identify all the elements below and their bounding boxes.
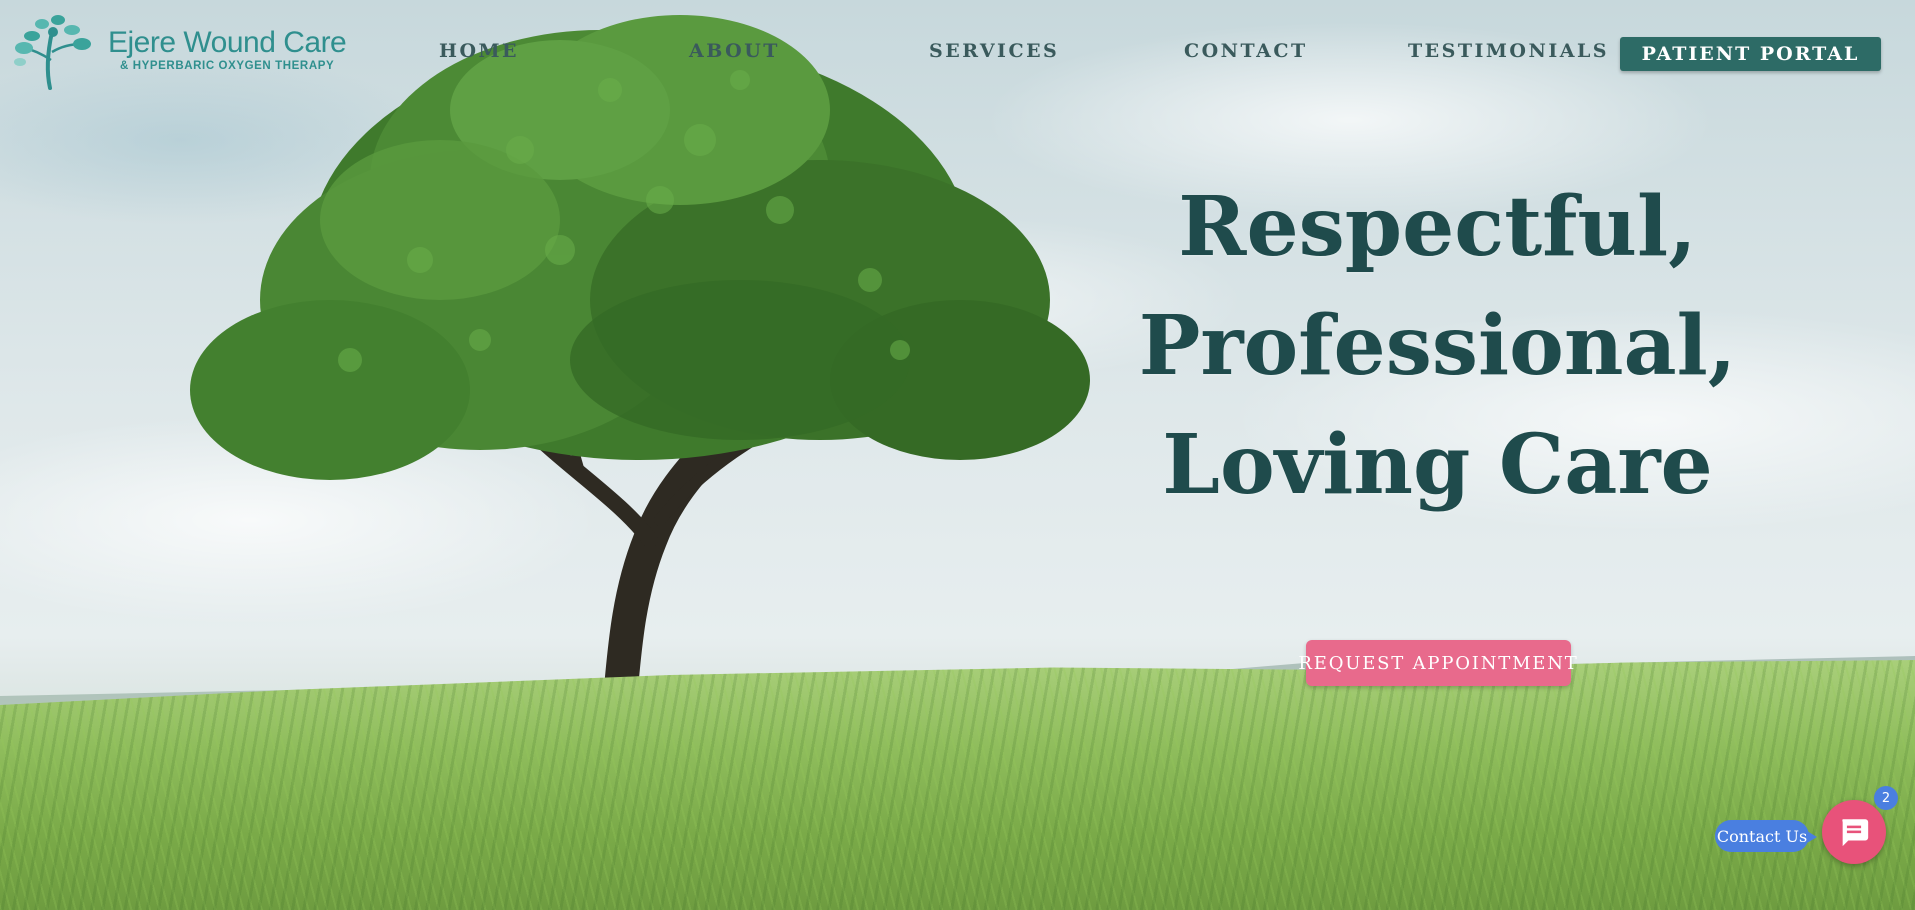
- nav-testimonials[interactable]: TESTIMONIALS: [1408, 40, 1609, 62]
- contact-us-chat-label[interactable]: Contact Us: [1715, 820, 1817, 852]
- nav-services[interactable]: SERVICES: [929, 40, 1059, 62]
- grass-field: [0, 660, 1915, 910]
- nav-contact[interactable]: CONTACT: [1184, 40, 1308, 62]
- request-appointment-button[interactable]: REQUEST APPOINTMENT: [1298, 640, 1577, 686]
- chat-bubble-icon: [1842, 819, 1869, 847]
- nav-home[interactable]: HOME: [439, 40, 519, 62]
- chat-notification-badge: 2: [1874, 786, 1898, 810]
- patient-portal-button[interactable]: PATIENT PORTAL: [1620, 37, 1881, 71]
- hero-line-2: Professional,: [1138, 298, 1737, 394]
- chat-launcher-button[interactable]: [1822, 800, 1886, 864]
- hero-heading: Respectful, Professional, Loving Care: [1130, 168, 1745, 525]
- nav-about[interactable]: ABOUT: [689, 40, 780, 62]
- hero-line-3: Loving Care: [1162, 417, 1713, 513]
- hero-line-1: Respectful,: [1178, 179, 1697, 275]
